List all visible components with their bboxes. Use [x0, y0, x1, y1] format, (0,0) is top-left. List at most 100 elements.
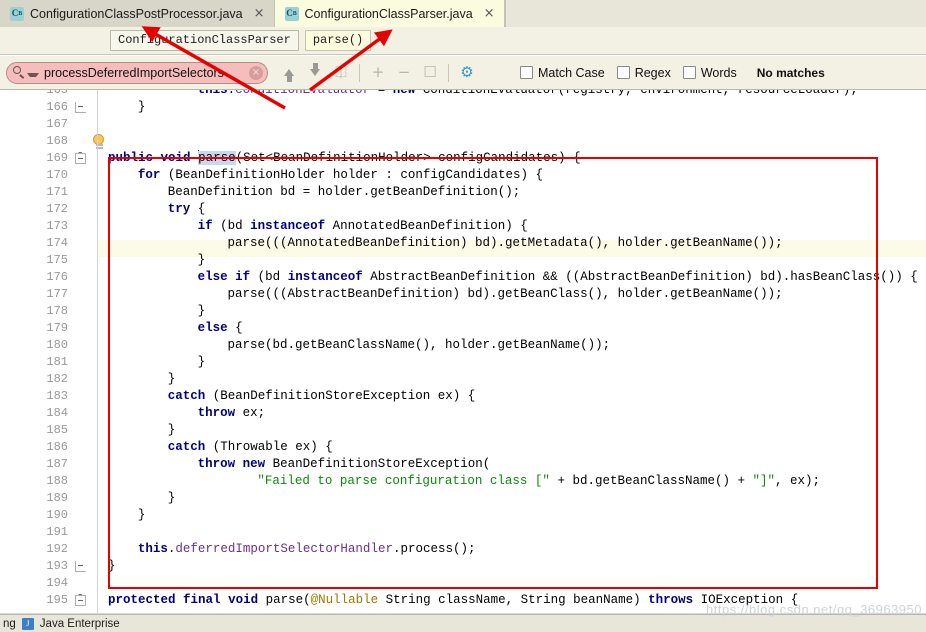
code-token: (bd	[212, 219, 251, 233]
code-line[interactable]: throw ex;	[98, 405, 266, 422]
regex-checkbox[interactable]	[616, 66, 630, 79]
chevron-down-icon[interactable]	[27, 72, 39, 77]
code-token: final	[183, 593, 221, 607]
code-line[interactable]	[98, 524, 108, 541]
close-icon[interactable]: ×	[484, 7, 495, 20]
code-token: this	[137, 542, 168, 556]
editor-gutter[interactable]: 165166167168169@170171172173174175176177…	[0, 90, 104, 614]
code-line[interactable]: else if (bd instanceof AbstractBeanDefin…	[98, 269, 918, 286]
code-line[interactable]: }	[98, 303, 206, 320]
code-token: }	[197, 253, 206, 267]
code-line[interactable]: public void parse(Set<BeanDefinitionHold…	[98, 150, 581, 167]
code-line[interactable]: "Failed to parse configuration class [" …	[98, 473, 820, 490]
ide-window: CB ConfigurationClassPostProcessor.java …	[0, 0, 926, 632]
code-token: new	[242, 457, 266, 471]
code-token: }	[108, 559, 116, 573]
line-number: 172	[46, 202, 68, 216]
find-toolbar: processDeferredImportSelectors × ⎅ + − ☐…	[0, 56, 926, 90]
match-case-checkbox[interactable]	[520, 66, 533, 79]
code-line[interactable]: catch (BeanDefinitionStoreException ex) …	[98, 388, 476, 405]
status-bar-left-text: ng	[3, 617, 16, 630]
line-number: 168	[46, 134, 68, 148]
code-token: AnnotatedBeanDefinition) {	[325, 219, 528, 233]
close-icon[interactable]: ×	[254, 7, 265, 20]
code-token: else	[197, 321, 228, 335]
code-line[interactable]: this.conditionEvaluator = new ConditionE…	[98, 90, 858, 99]
code-line[interactable]: parse(bd.getBeanClassName(), holder.getB…	[98, 337, 611, 354]
code-token: else	[197, 270, 228, 284]
code-token: catch	[167, 440, 206, 454]
prev-occurrence-button[interactable]	[276, 60, 302, 86]
code-line[interactable]	[98, 133, 108, 150]
fold-end-icon[interactable]	[75, 102, 86, 113]
words-option[interactable]: Words	[682, 66, 737, 80]
breadcrumb-item-method[interactable]: parse()	[304, 30, 372, 51]
code-line[interactable]: for (BeanDefinitionHolder holder : confi…	[98, 167, 543, 184]
code-line[interactable]: this.deferredImportSelectorHandler.proce…	[98, 541, 476, 558]
select-all-occurrences-button[interactable]: ⎅	[328, 60, 354, 86]
search-input-value[interactable]: processDeferredImportSelectors	[44, 66, 249, 80]
line-number: 171	[46, 185, 68, 199]
match-case-option[interactable]: Match Case	[520, 66, 605, 80]
code-line[interactable]: else {	[98, 320, 243, 337]
code-line[interactable]: }	[98, 490, 176, 507]
line-number: 186	[46, 440, 68, 454]
java-class-icon: CB	[10, 6, 24, 21]
editor-tab-configurationclasspostprocessor[interactable]: CB ConfigurationClassPostProcessor.java …	[0, 0, 275, 27]
code-token: try	[167, 202, 191, 216]
line-number: 166	[46, 100, 68, 114]
code-token: }	[137, 100, 146, 114]
add-line-button[interactable]: +	[365, 60, 391, 86]
code-token: if	[197, 219, 213, 233]
line-number: 173	[46, 219, 68, 233]
code-editor[interactable]: 165166167168169@170171172173174175176177…	[0, 90, 926, 614]
search-input[interactable]: processDeferredImportSelectors ×	[6, 61, 268, 84]
code-token: ex;	[235, 406, 266, 420]
code-line[interactable]	[98, 116, 108, 133]
code-token: if	[235, 270, 251, 284]
editor-tab-bar: CB ConfigurationClassPostProcessor.java …	[0, 0, 926, 28]
line-number: 185	[46, 423, 68, 437]
clear-search-icon[interactable]: ×	[249, 65, 263, 80]
edit-occurrence-button[interactable]: ☐	[417, 60, 443, 86]
tab-bar-filler	[504, 0, 926, 27]
breadcrumb-item-class[interactable]: ConfigurationClassParser	[110, 30, 299, 51]
code-token: protected	[108, 593, 176, 607]
code-line[interactable]: }	[98, 252, 206, 269]
regex-option[interactable]: Regex	[616, 66, 671, 80]
code-token: {	[190, 202, 206, 216]
code-line[interactable]: }	[98, 422, 176, 439]
code-token: parse(((AnnotatedBeanDefinition) bd).get…	[227, 236, 783, 250]
gear-icon: ⚙	[460, 63, 474, 81]
fold-collapse-icon[interactable]	[75, 153, 86, 164]
code-line[interactable]: if (bd instanceof AnnotatedBeanDefinitio…	[98, 218, 528, 235]
code-line[interactable]: }	[98, 371, 176, 388]
code-line[interactable]: protected final void parse(@Nullable Str…	[98, 592, 798, 609]
next-occurrence-button[interactable]	[302, 60, 328, 86]
code-line[interactable]: parse(((AbstractBeanDefinition) bd).getB…	[98, 286, 783, 303]
code-token: (BeanDefinitionStoreException ex) {	[205, 389, 476, 403]
fold-end-icon[interactable]	[75, 561, 86, 572]
editor-tab-configurationclassparser[interactable]: CB ConfigurationClassParser.java ×	[274, 0, 505, 28]
code-line[interactable]: }	[98, 354, 206, 371]
line-number: 190	[46, 508, 68, 522]
code-line[interactable]: }	[98, 558, 116, 575]
line-number: 179	[46, 321, 68, 335]
words-checkbox[interactable]	[682, 66, 696, 79]
fold-collapse-icon[interactable]	[75, 595, 86, 606]
code-line[interactable]	[98, 575, 108, 592]
code-line[interactable]: }	[98, 99, 146, 116]
code-line[interactable]: throw new BeanDefinitionStoreException(	[98, 456, 491, 473]
code-line[interactable]: parse(((AnnotatedBeanDefinition) bd).get…	[98, 235, 783, 252]
code-line[interactable]: BeanDefinition bd = holder.getBeanDefini…	[98, 184, 521, 201]
remove-line-button[interactable]: −	[391, 60, 417, 86]
code-line[interactable]: catch (Throwable ex) {	[98, 439, 333, 456]
code-token: instanceof	[287, 270, 363, 284]
code-line[interactable]: try {	[98, 201, 206, 218]
code-line[interactable]: }	[98, 507, 146, 524]
find-settings-button[interactable]: ⚙	[454, 60, 480, 86]
code-text-area[interactable]: this.conditionEvaluator = new ConditionE…	[98, 90, 926, 614]
status-bar-item-java-enterprise[interactable]: Java Enterprise	[40, 618, 120, 630]
arrow-up-icon	[284, 69, 294, 82]
